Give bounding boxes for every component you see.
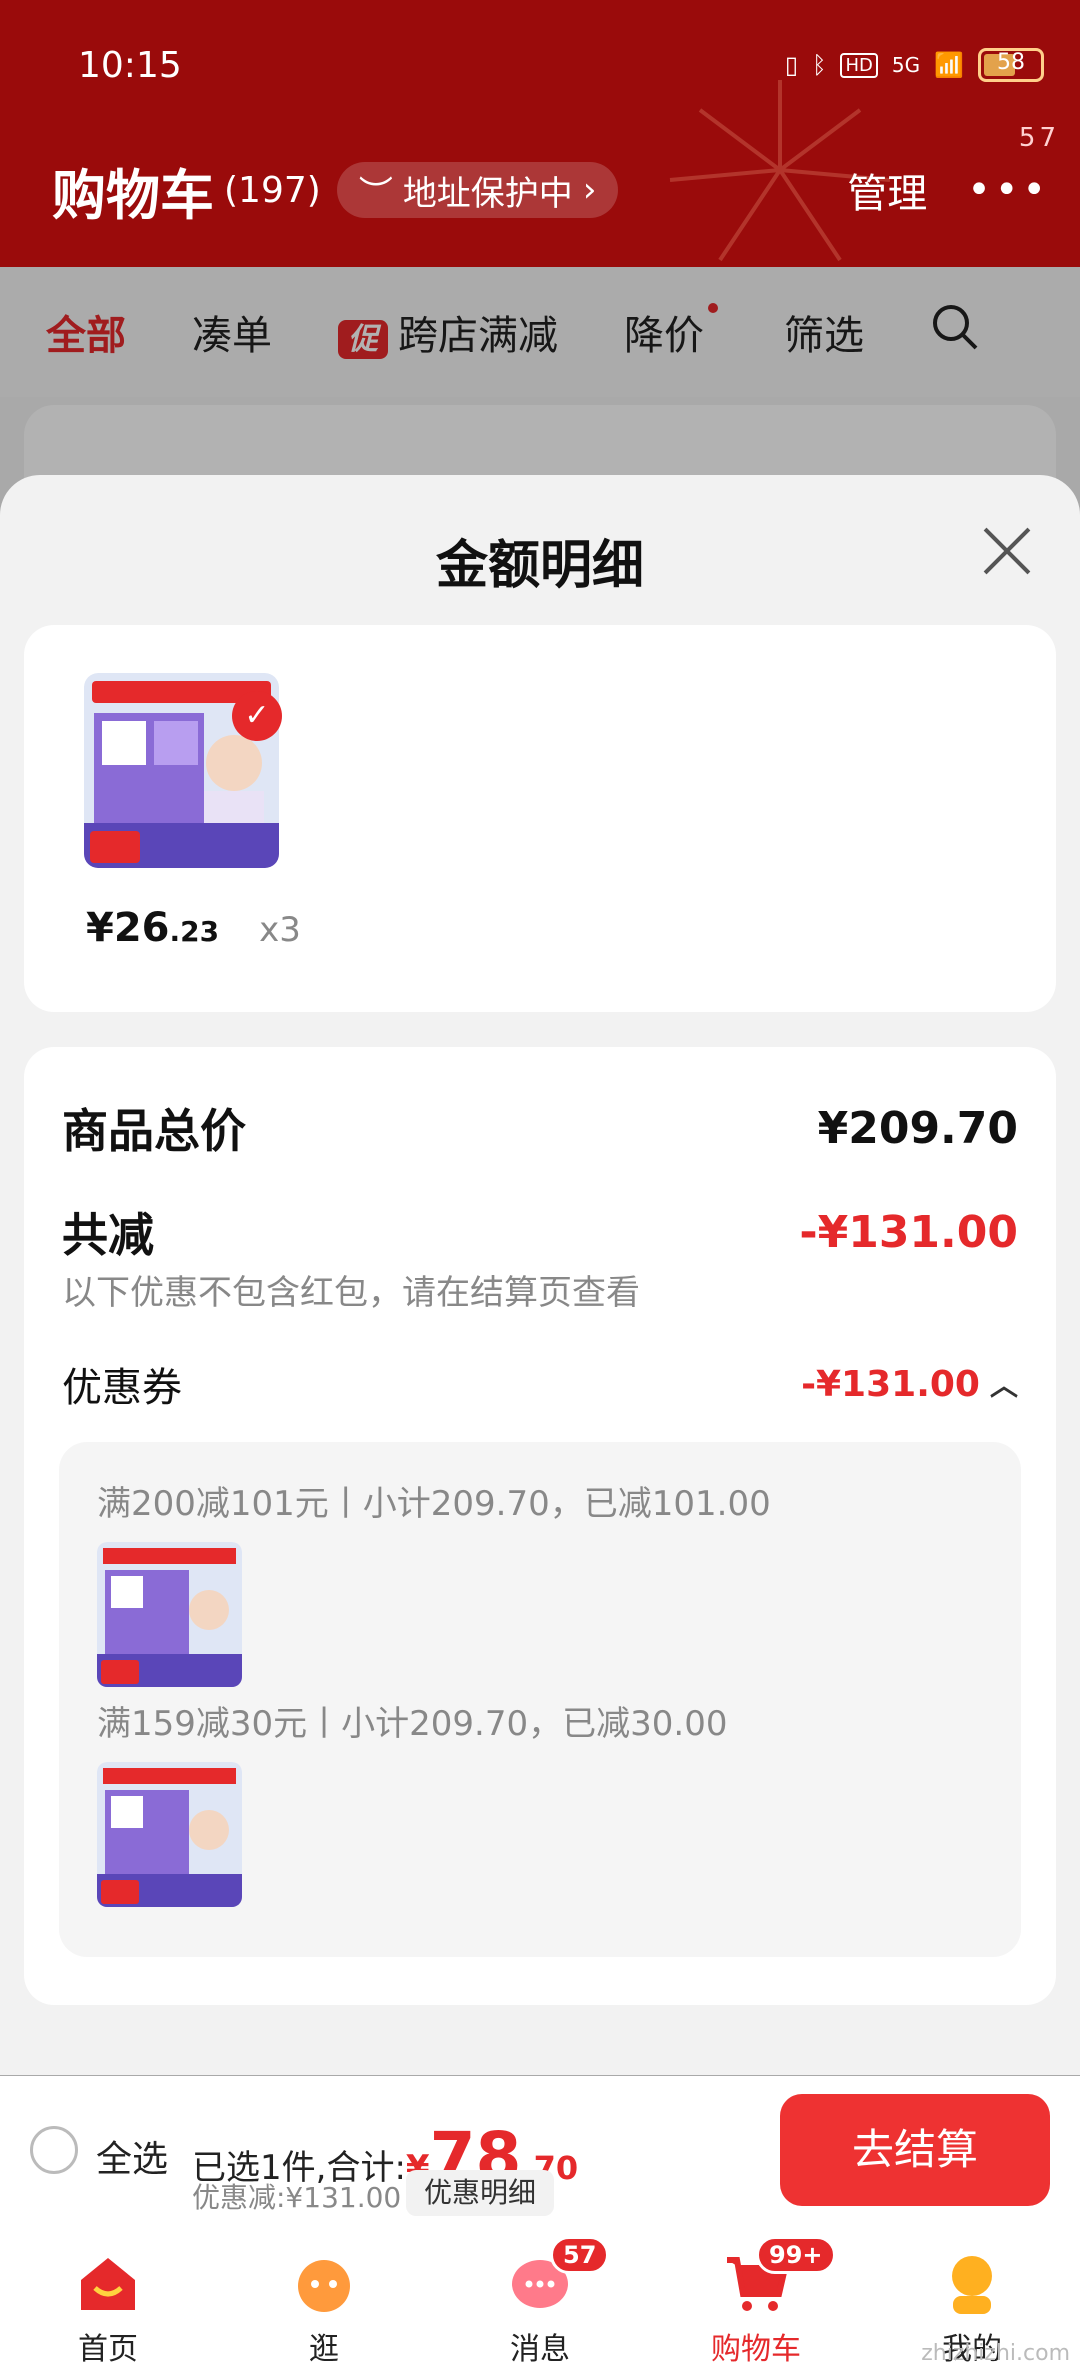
goods-total-label: 商品总价	[62, 1104, 246, 1158]
nav-browse[interactable]: 逛	[216, 2226, 432, 2376]
sheet-title: 金额明细	[435, 536, 644, 596]
watermark: zhizhizhi.com	[921, 2341, 1070, 2366]
check-icon: ✓	[232, 691, 282, 741]
discount-summary: 优惠减:¥131.00	[192, 2181, 402, 2214]
price-breakdown-card: 商品总价 ¥209.70 共减 -¥131.00 以下优惠不包含红包，请在结算页…	[24, 1047, 1056, 2005]
coupon-line: 满159减30元丨小计209.70，已减30.00	[97, 1704, 728, 1744]
nav-home[interactable]: 首页	[0, 2226, 216, 2376]
cart-badge: 99+	[756, 2236, 836, 2274]
nav-browse-label: 逛	[309, 2332, 339, 2367]
address-protection-pill[interactable]: ︶ 地址保护中 ›	[336, 162, 619, 218]
more-badge: 57	[1018, 123, 1060, 153]
profile-icon	[952, 2256, 992, 2314]
battery-icon: 58	[978, 48, 1044, 82]
item-price: ¥26.23	[86, 905, 219, 951]
coupon-row[interactable]: 优惠券 -¥131.00 ︿	[62, 1355, 1018, 1413]
nav-home-label: 首页	[78, 2332, 138, 2367]
coupon-product-thumbnail	[97, 1762, 242, 1907]
battery-level: 58	[997, 50, 1025, 75]
nav-cart-label: 购物车	[711, 2332, 801, 2367]
address-protection-label: 地址保护中	[402, 173, 573, 214]
signal-icon: 📶	[934, 51, 964, 79]
status-bar: 10:15 ▯ ᛒ HD 5G 📶 58	[78, 40, 1044, 90]
coupon-value: -¥131.00	[801, 1363, 980, 1405]
browse-icon	[298, 2260, 350, 2312]
messages-badge: 57	[550, 2236, 610, 2274]
status-icons: ▯ ᛒ HD 5G 📶 58	[785, 48, 1044, 82]
coupon-label: 优惠券	[62, 1365, 182, 1411]
more-dots-icon: •••	[967, 167, 1050, 213]
bottom-nav: 首页 逛 57 消息 99+ 购物车 我的	[0, 2226, 1080, 2376]
goods-total-row: 商品总价 ¥209.70	[62, 1095, 1018, 1161]
amount-detail-sheet: 金额明细 ✓ ¥26.23 x3 商品总价 ¥209.70 共减 -¥131.0…	[0, 475, 1080, 2075]
reduced-label: 共减	[62, 1208, 154, 1262]
manage-button[interactable]: 管理	[847, 161, 927, 219]
discount-detail-button[interactable]: 优惠明细	[406, 2170, 555, 2216]
header-title-row: 购物车 (197) ︶ 地址保护中 › 管理 ••• 57	[52, 123, 1056, 230]
nav-messages-label: 消息	[510, 2332, 570, 2367]
chevron-right-icon: ›	[582, 170, 597, 210]
reduced-row: 共减 -¥131.00	[62, 1199, 1018, 1265]
chevron-up-icon[interactable]: ︿	[990, 1364, 1018, 1404]
coupon-detail-box: 满200减101元丨小计209.70，已减101.00 满159减30元丨小计2…	[59, 1442, 1021, 1957]
cart-count: (197)	[224, 169, 321, 211]
bluetooth-icon: ᛒ	[812, 51, 827, 79]
item-price-row: ¥26.23 x3	[86, 905, 301, 951]
status-time: 10:15	[78, 44, 182, 86]
coupon-value-wrap: -¥131.00 ︿	[801, 1364, 1018, 1405]
item-quantity: x3	[259, 910, 301, 950]
app-header: 10:15 ▯ ᛒ HD 5G 📶 58 购物车 (197) ︶ 地址保护中 ›…	[0, 0, 1080, 267]
reduced-value: -¥131.00	[799, 1206, 1018, 1258]
more-button[interactable]: ••• 57	[967, 123, 1056, 213]
nav-messages[interactable]: 57 消息	[432, 2226, 648, 2376]
eye-closed-icon: ︶	[358, 173, 393, 214]
checkout-bar: 全选 已选1件,合计:¥78.70 优惠减:¥131.00 优惠明细 去结算	[0, 2076, 1080, 2226]
item-price-int: ¥26	[86, 905, 170, 951]
hd-icon: HD	[840, 52, 878, 78]
item-card: ✓ ¥26.23 x3	[24, 625, 1056, 1012]
checkout-button[interactable]: 去结算	[780, 2094, 1050, 2206]
page-title: 购物车	[52, 163, 214, 227]
nav-cart[interactable]: 99+ 购物车	[648, 2226, 864, 2376]
close-icon[interactable]	[980, 525, 1032, 577]
network-type: 5G	[891, 53, 921, 77]
item-price-dec: .23	[169, 915, 220, 948]
discount-note: 以下优惠不包含红包，请在结算页查看	[62, 1273, 640, 1313]
select-all-label[interactable]: 全选	[96, 2130, 168, 2182]
select-all-radio[interactable]	[30, 2126, 78, 2174]
goods-total-value: ¥209.70	[817, 1102, 1018, 1154]
vibrate-icon: ▯	[784, 51, 799, 79]
coupon-product-thumbnail	[97, 1542, 242, 1687]
home-icon	[81, 2258, 135, 2310]
coupon-line: 满200减101元丨小计209.70，已减101.00	[97, 1484, 771, 1524]
